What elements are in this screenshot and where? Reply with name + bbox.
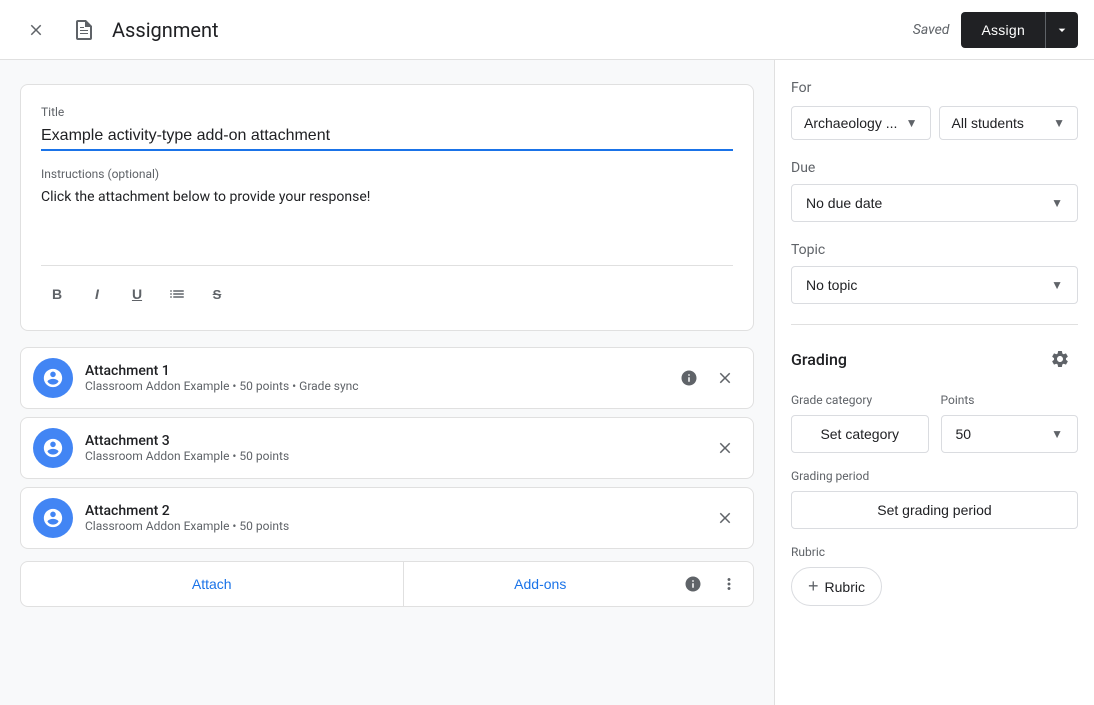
rubric-label: Rubric — [791, 545, 1078, 559]
attachment-list: Attachment 1 Classroom Addon Example • 5… — [20, 347, 754, 549]
points-label: Points — [941, 393, 1079, 407]
header: Assignment Saved Assign — [0, 0, 1094, 60]
table-row: Attachment 3 Classroom Addon Example • 5… — [20, 417, 754, 479]
for-section: For Archaeology ... ▼ All students ▼ — [791, 80, 1078, 140]
page-title: Assignment — [112, 18, 219, 42]
instructions-field-group: Instructions (optional) Click the attach… — [41, 167, 733, 249]
grading-header: Grading — [791, 341, 1078, 377]
attachment-meta-1: Classroom Addon Example • 50 points • Gr… — [85, 379, 661, 393]
attachment-meta-2: Classroom Addon Example • 50 points — [85, 519, 697, 533]
grading-title: Grading — [791, 350, 847, 369]
attachment-meta-3: Classroom Addon Example • 50 points — [85, 449, 697, 463]
header-right: Saved Assign — [913, 12, 1078, 48]
grading-period-label: Grading period — [791, 469, 1078, 483]
divider — [41, 265, 733, 266]
add-rubric-label: Rubric — [825, 579, 865, 595]
assignment-card: Title Instructions (optional) Click the … — [20, 84, 754, 331]
title-input[interactable] — [41, 123, 733, 151]
set-grading-period-button[interactable]: Set grading period — [791, 491, 1078, 529]
separator — [791, 324, 1078, 325]
title-label: Title — [41, 105, 733, 119]
class-dropdown[interactable]: Archaeology ... ▼ — [791, 106, 931, 140]
rubric-section: Rubric + Rubric — [791, 545, 1078, 606]
addons-button[interactable]: Add-ons — [404, 562, 678, 606]
assign-btn-group: Assign — [961, 12, 1078, 48]
add-rubric-button[interactable]: + Rubric — [791, 567, 882, 606]
assign-button[interactable]: Assign — [961, 12, 1045, 48]
grading-period-section: Grading period Set grading period — [791, 469, 1078, 545]
students-dropdown[interactable]: All students ▼ — [939, 106, 1079, 140]
grade-category-row: Grade category Set category Points 50 ▼ — [791, 393, 1078, 453]
assign-dropdown-button[interactable] — [1045, 12, 1078, 48]
bottom-bar: Attach Add-ons — [20, 561, 754, 607]
attachment-name-1: Attachment 1 — [85, 363, 661, 379]
points-value: 50 — [956, 426, 972, 442]
topic-dropdown[interactable]: No topic ▼ — [791, 266, 1078, 304]
students-dropdown-value: All students — [952, 115, 1024, 131]
attachment-actions-3 — [709, 432, 741, 464]
header-left: Assignment — [16, 10, 913, 50]
due-section: Due No due date ▼ — [791, 160, 1078, 222]
attachment-name-3: Attachment 3 — [85, 433, 697, 449]
attachment-remove-button-2[interactable] — [709, 502, 741, 534]
plus-icon: + — [808, 576, 819, 597]
attachment-name-2: Attachment 2 — [85, 503, 697, 519]
italic-button[interactable]: I — [81, 278, 113, 310]
due-label: Due — [791, 160, 1078, 176]
class-dropdown-value: Archaeology ... — [804, 115, 897, 131]
points-dropdown-arrow-icon: ▼ — [1051, 427, 1063, 441]
grading-settings-button[interactable] — [1042, 341, 1078, 377]
topic-dropdown-arrow-icon: ▼ — [1051, 278, 1063, 292]
topic-dropdown-value: No topic — [806, 277, 857, 293]
addons-info-button[interactable] — [677, 568, 709, 600]
dropdown-row: Archaeology ... ▼ All students ▼ — [791, 106, 1078, 140]
saved-status: Saved — [913, 22, 950, 38]
attachment-info-3: Attachment 3 Classroom Addon Example • 5… — [85, 433, 697, 463]
attachment-actions-2 — [709, 502, 741, 534]
points-dropdown[interactable]: 50 ▼ — [941, 415, 1079, 453]
text-toolbar: B I U S — [41, 278, 733, 310]
grade-category-label: Grade category — [791, 393, 929, 407]
attach-button[interactable]: Attach — [21, 562, 403, 606]
attachment-info-1: Attachment 1 Classroom Addon Example • 5… — [85, 363, 661, 393]
grade-category-col: Grade category Set category — [791, 393, 929, 453]
points-col: Points 50 ▼ — [941, 393, 1079, 453]
bold-button[interactable]: B — [41, 278, 73, 310]
set-category-button[interactable]: Set category — [791, 415, 929, 453]
topic-label: Topic — [791, 242, 1078, 258]
attachment-icon-3 — [33, 428, 73, 468]
class-dropdown-arrow-icon: ▼ — [906, 116, 918, 130]
right-panel: For Archaeology ... ▼ All students ▼ Due… — [774, 60, 1094, 705]
attachment-icon-1 — [33, 358, 73, 398]
due-dropdown-value: No due date — [806, 195, 882, 211]
topic-section: Topic No topic ▼ — [791, 242, 1078, 304]
due-dropdown-arrow-icon: ▼ — [1051, 196, 1063, 210]
underline-button[interactable]: U — [121, 278, 153, 310]
doc-icon — [68, 14, 100, 46]
table-row: Attachment 2 Classroom Addon Example • 5… — [20, 487, 754, 549]
close-button[interactable] — [16, 10, 56, 50]
attachment-remove-button-3[interactable] — [709, 432, 741, 464]
attachment-info-button-1[interactable] — [673, 362, 705, 394]
list-button[interactable] — [161, 278, 193, 310]
title-field-group: Title — [41, 105, 733, 151]
addons-more-button[interactable] — [713, 568, 745, 600]
attachment-info-2: Attachment 2 Classroom Addon Example • 5… — [85, 503, 697, 533]
attachment-actions-1 — [673, 362, 741, 394]
attachment-remove-button-1[interactable] — [709, 362, 741, 394]
attachment-icon-2 — [33, 498, 73, 538]
for-label: For — [791, 80, 1078, 96]
table-row: Attachment 1 Classroom Addon Example • 5… — [20, 347, 754, 409]
instructions-label: Instructions (optional) — [41, 167, 733, 181]
students-dropdown-arrow-icon: ▼ — [1053, 116, 1065, 130]
strikethrough-button[interactable]: S — [201, 278, 233, 310]
instructions-input[interactable]: Click the attachment below to provide yo… — [41, 185, 733, 245]
due-dropdown[interactable]: No due date ▼ — [791, 184, 1078, 222]
left-panel: Title Instructions (optional) Click the … — [0, 60, 774, 705]
main-layout: Title Instructions (optional) Click the … — [0, 60, 1094, 705]
